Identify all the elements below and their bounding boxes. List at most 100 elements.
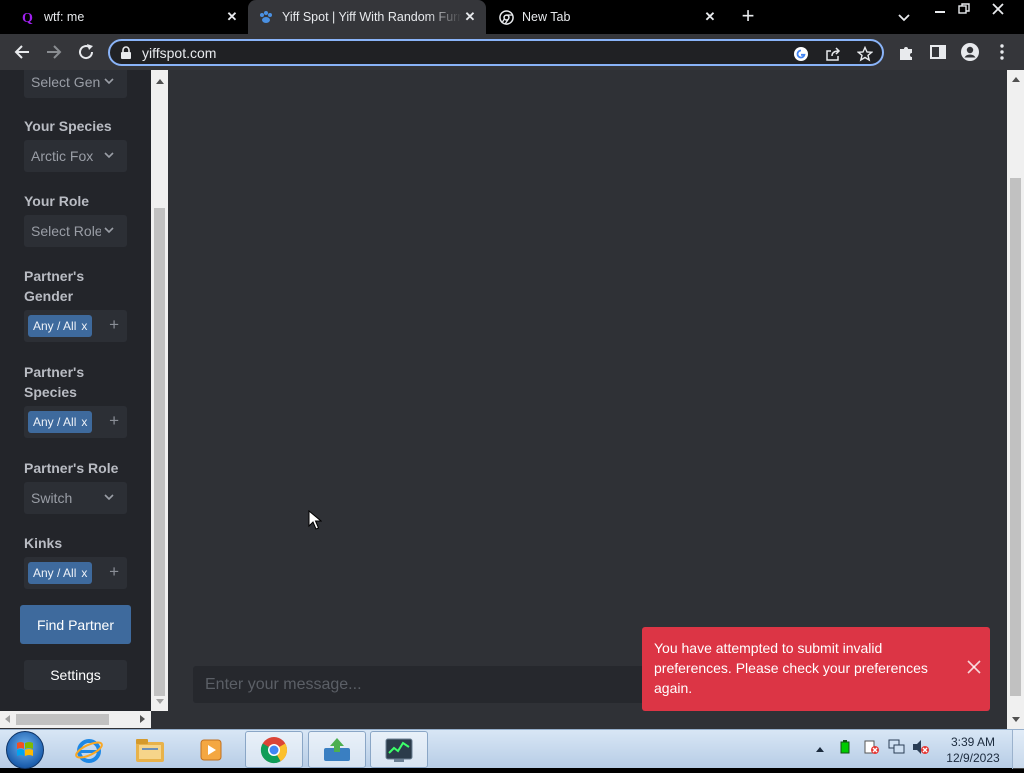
- sidebar-vertical-scrollbar[interactable]: [151, 70, 168, 711]
- media-player-icon: [200, 739, 222, 760]
- show-hidden-icons-icon[interactable]: [814, 746, 826, 754]
- ie-icon: [75, 738, 103, 763]
- tab-quora[interactable]: Q wtf: me ✕: [0, 0, 248, 34]
- chip-remove-icon[interactable]: x: [81, 319, 87, 333]
- label-line: Partner's: [24, 364, 85, 380]
- chevron-down-icon: [104, 494, 114, 501]
- add-icon[interactable]: +: [109, 315, 119, 335]
- your-gender-select[interactable]: Select Gen: [24, 70, 127, 98]
- your-role-select[interactable]: Select Role: [24, 215, 127, 247]
- scroll-down-arrow-icon[interactable]: [1012, 717, 1020, 722]
- your-species-label: Your Species: [24, 118, 112, 134]
- taskbar-explorer[interactable]: [121, 731, 179, 768]
- tab-title: New Tab: [522, 10, 571, 24]
- address-bar[interactable]: yiffspot.com: [108, 39, 884, 66]
- scrollbar-thumb[interactable]: [1010, 178, 1021, 696]
- taskbar-ie[interactable]: [60, 731, 118, 768]
- label-line: Partner's: [24, 268, 85, 284]
- start-button[interactable]: [6, 731, 44, 769]
- close-icon[interactable]: [966, 659, 982, 675]
- reload-button[interactable]: [74, 40, 98, 64]
- scroll-up-arrow-icon[interactable]: [1012, 77, 1020, 82]
- download-app-icon: [324, 737, 350, 761]
- add-icon[interactable]: +: [109, 411, 119, 431]
- message-input[interactable]: [193, 666, 653, 703]
- forward-button[interactable]: [42, 40, 66, 64]
- battery-icon[interactable]: [840, 740, 850, 759]
- system-tray: [814, 730, 930, 769]
- tab-yiffspot[interactable]: Yiff Spot | Yiff With Random Furri ✕: [248, 0, 486, 34]
- toast-message-line: preferences. Please check your preferenc…: [654, 660, 928, 676]
- find-partner-button[interactable]: Find Partner: [20, 605, 131, 644]
- partner-role-label: Partner's Role: [24, 460, 119, 476]
- action-center-icon[interactable]: [864, 739, 880, 760]
- scroll-down-arrow-icon[interactable]: [156, 699, 164, 704]
- clock-date: 12/9/2023: [946, 751, 1000, 765]
- scroll-right-arrow-icon[interactable]: [140, 715, 145, 723]
- partner-gender-multiselect[interactable]: Any / All x +: [24, 310, 127, 342]
- partner-species-multiselect[interactable]: Any / All x +: [24, 406, 127, 438]
- show-desktop-button[interactable]: [1012, 730, 1024, 769]
- volume-muted-icon[interactable]: [912, 739, 930, 760]
- menu-icon[interactable]: [990, 40, 1014, 64]
- select-value: Select Role: [31, 223, 101, 239]
- chevron-down-icon: [104, 78, 114, 85]
- scroll-left-arrow-icon[interactable]: [5, 715, 10, 723]
- explorer-icon: [136, 738, 164, 762]
- new-tab-button[interactable]: +: [738, 5, 758, 27]
- paw-icon: [258, 9, 274, 25]
- partner-gender-label: Partner's Gender: [24, 266, 84, 306]
- settings-button[interactable]: Settings: [24, 660, 127, 690]
- chip-label: Any / All: [33, 319, 77, 333]
- page-vertical-scrollbar[interactable]: [1007, 70, 1024, 729]
- kinks-chip: Any / All x: [28, 562, 93, 584]
- windows-logo-icon: [17, 742, 33, 756]
- extensions-icon[interactable]: [894, 40, 918, 64]
- windows-taskbar: 3:39 AM 12/9/2023: [0, 729, 1024, 769]
- scrollbar-thumb[interactable]: [154, 208, 165, 696]
- taskbar-task-manager[interactable]: [370, 731, 428, 768]
- partner-species-chip: Any / All x: [28, 411, 93, 433]
- taskbar-chrome[interactable]: [245, 731, 303, 768]
- label-line: Species: [24, 384, 77, 400]
- network-icon[interactable]: [888, 739, 906, 760]
- chip-remove-icon[interactable]: x: [81, 566, 87, 580]
- chip-label: Any / All: [33, 566, 77, 580]
- sidebar-horizontal-scrollbar[interactable]: [0, 711, 151, 728]
- label-line: Gender: [24, 288, 74, 304]
- tab-search-icon[interactable]: [896, 9, 912, 25]
- tab-new-tab[interactable]: New Tab ✕: [486, 0, 726, 34]
- google-icon[interactable]: [792, 45, 810, 63]
- close-window-button[interactable]: [984, 0, 1012, 18]
- add-icon[interactable]: +: [109, 562, 119, 582]
- taskbar-media-player[interactable]: [182, 731, 240, 768]
- scroll-up-arrow-icon[interactable]: [156, 79, 164, 84]
- profile-icon[interactable]: [958, 40, 982, 64]
- tab-strip: Q wtf: me ✕ Yiff Spot | Yiff With Random…: [0, 0, 1024, 34]
- taskbar-download-app[interactable]: [308, 731, 366, 768]
- chrome-icon: [260, 736, 288, 763]
- bookmark-star-icon[interactable]: [856, 45, 874, 63]
- close-tab-icon[interactable]: ✕: [702, 9, 718, 25]
- partner-species-label: Partner's Species: [24, 362, 84, 402]
- partner-role-select[interactable]: Switch: [24, 482, 127, 514]
- close-tab-icon[interactable]: ✕: [462, 9, 478, 25]
- kinks-multiselect[interactable]: Any / All x +: [24, 557, 127, 589]
- mouse-cursor-icon: [308, 510, 322, 530]
- quora-icon: Q: [20, 9, 36, 25]
- lock-icon[interactable]: [120, 46, 132, 65]
- restore-button[interactable]: [950, 0, 978, 18]
- clock-time: 3:39 AM: [950, 735, 996, 749]
- scrollbar-thumb[interactable]: [16, 714, 109, 725]
- share-icon[interactable]: [824, 45, 842, 63]
- chip-remove-icon[interactable]: x: [81, 415, 87, 429]
- url-text[interactable]: yiffspot.com: [142, 45, 216, 61]
- system-clock[interactable]: 3:39 AM 12/9/2023: [940, 734, 1006, 766]
- chevron-down-icon: [104, 152, 114, 159]
- your-role-label: Your Role: [24, 193, 90, 209]
- preferences-sidebar: Select Gen Your Species Arctic Fox Your …: [0, 70, 151, 711]
- close-tab-icon[interactable]: ✕: [224, 9, 240, 25]
- side-panel-icon[interactable]: [926, 40, 950, 64]
- back-button[interactable]: [10, 40, 34, 64]
- your-species-select[interactable]: Arctic Fox: [24, 140, 127, 172]
